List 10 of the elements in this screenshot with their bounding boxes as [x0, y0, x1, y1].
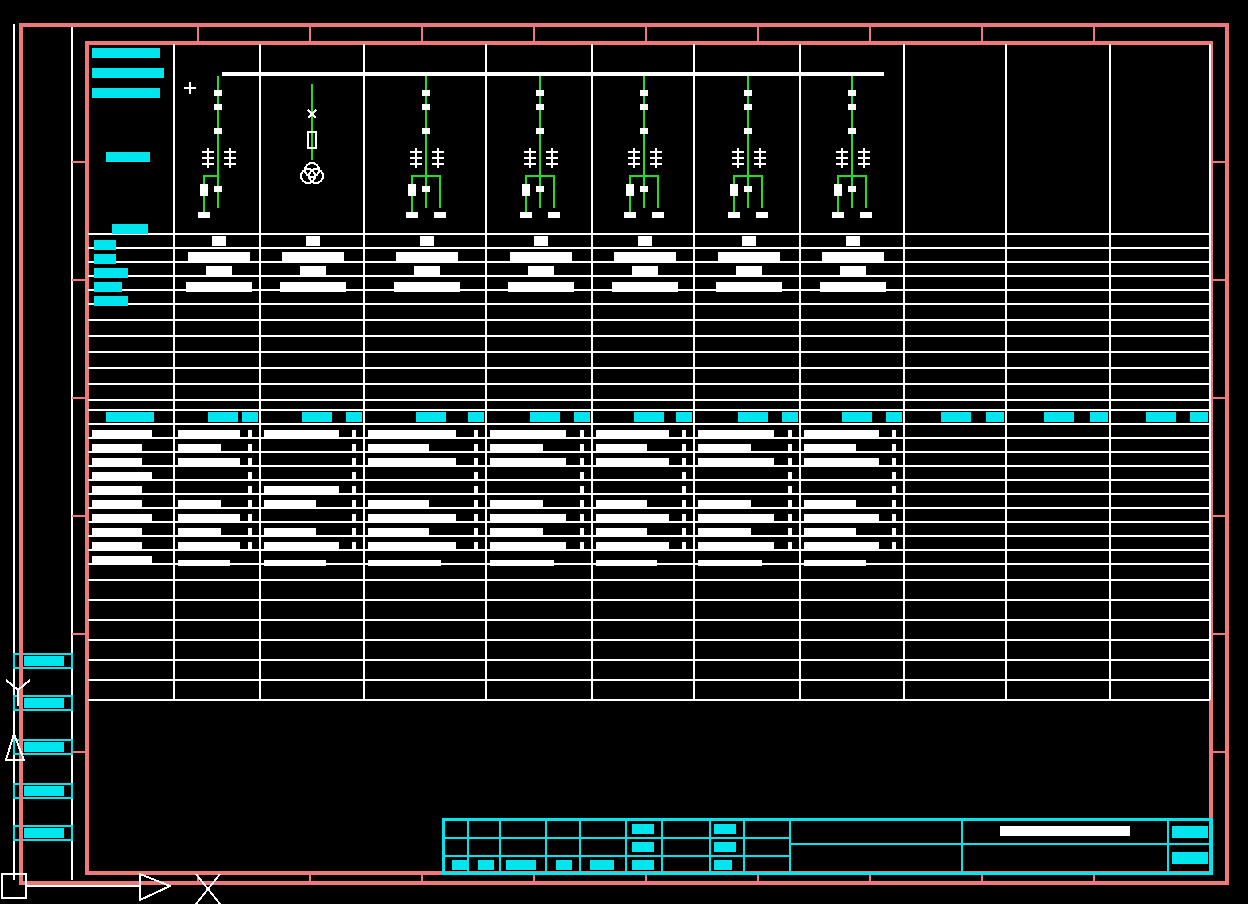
spare-column-drawing	[1044, 412, 1108, 422]
feeder-drawing	[624, 75, 664, 218]
feeder-drawing	[406, 75, 446, 218]
feeder-drawing	[832, 75, 872, 218]
feeder-drawing	[728, 75, 768, 218]
spare-column-drawing	[1146, 412, 1208, 422]
feeder-drawing	[183, 75, 237, 218]
spare-column-drawing	[941, 412, 1004, 422]
feeder-drawing	[300, 83, 324, 184]
feeder-drawing	[520, 75, 560, 218]
